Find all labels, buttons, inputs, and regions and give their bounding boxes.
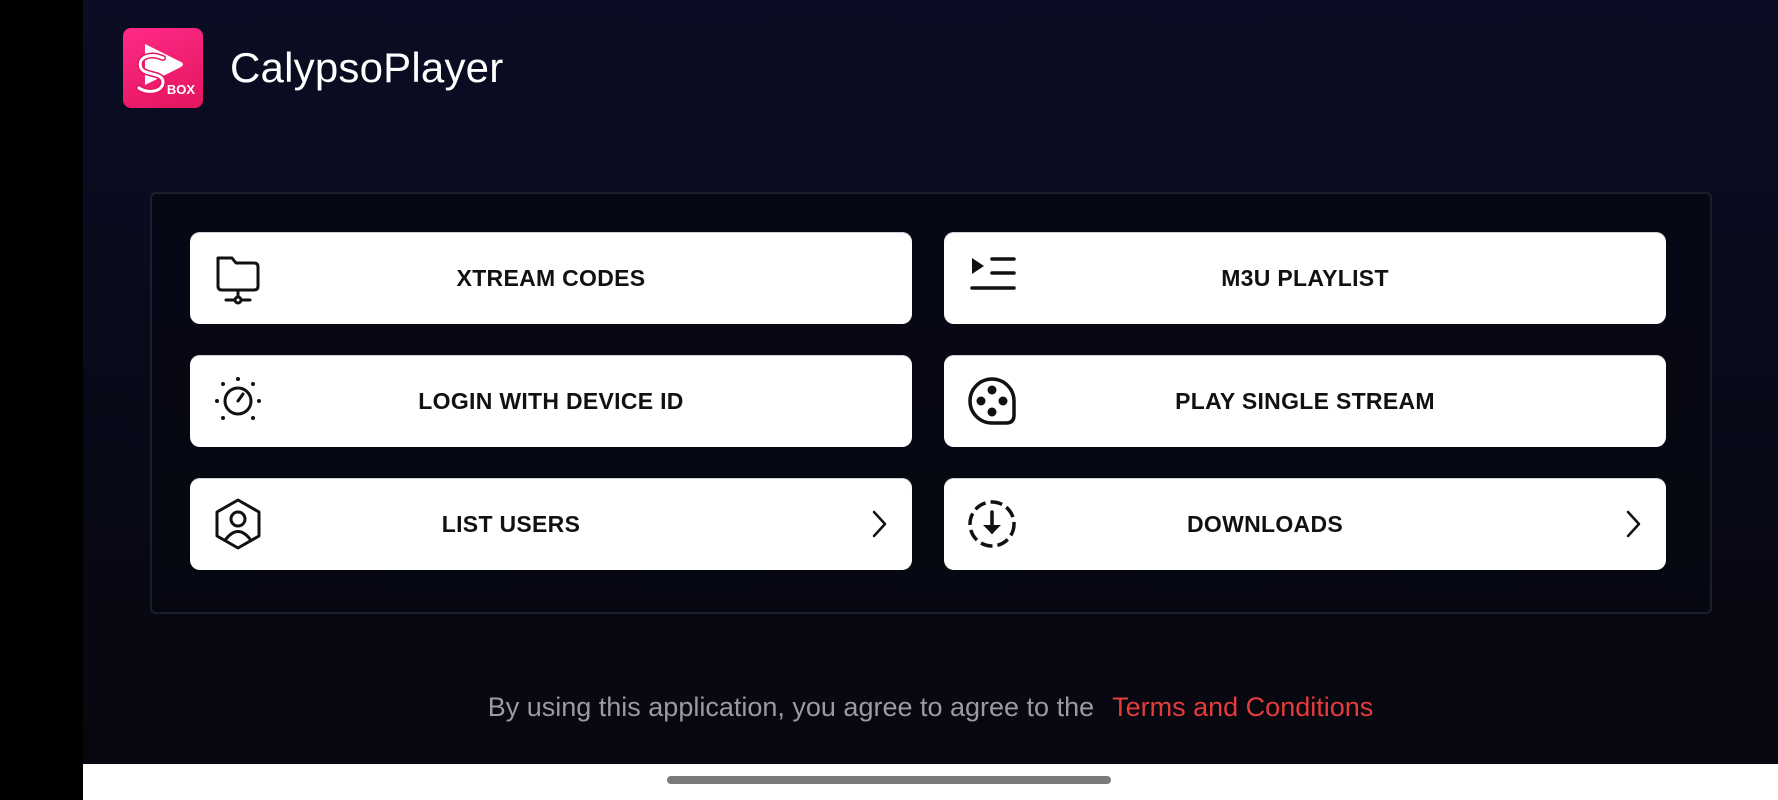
app-title: CalypsoPlayer <box>230 44 504 91</box>
tile-label: M3U PLAYLIST <box>1221 265 1389 291</box>
m3u-playlist-button[interactable]: M3U PLAYLIST <box>944 232 1666 324</box>
terms-text: By using this application, you agree to … <box>487 692 1095 722</box>
tile-label: LIST USERS <box>441 511 581 537</box>
play-single-stream-button[interactable]: PLAY SINGLE STREAM <box>944 355 1666 447</box>
left-black-bar <box>0 0 83 800</box>
system-navigation-bar <box>83 764 1778 800</box>
list-users-button[interactable]: LIST USERS <box>190 478 912 570</box>
tile-label: PLAY SINGLE STREAM <box>1175 388 1435 414</box>
svg-text:BOX: BOX <box>167 82 196 97</box>
chevron-right-icon <box>1626 510 1641 538</box>
xtream-codes-button[interactable]: XTREAM CODES <box>190 232 912 324</box>
app-logo: BOX <box>123 28 203 108</box>
terms-link[interactable]: Terms and Conditions <box>1112 692 1373 722</box>
menu-panel: XTREAM CODES M3U PLAYLIST LOGIN WITH DEV… <box>150 192 1712 614</box>
app-screen: BOX CalypsoPlayer XTREAM CODES M3U PLAYL… <box>83 0 1778 764</box>
downloads-button[interactable]: DOWNLOADS <box>944 478 1666 570</box>
tile-label: DOWNLOADS <box>1186 511 1344 537</box>
terms-footer: By using this application, you agree to … <box>83 692 1778 723</box>
chevron-right-icon <box>872 510 887 538</box>
tile-label: XTREAM CODES <box>456 265 646 291</box>
tile-label: LOGIN WITH DEVICE ID <box>418 388 684 414</box>
login-device-id-button[interactable]: LOGIN WITH DEVICE ID <box>190 355 912 447</box>
home-indicator[interactable] <box>667 776 1111 784</box>
